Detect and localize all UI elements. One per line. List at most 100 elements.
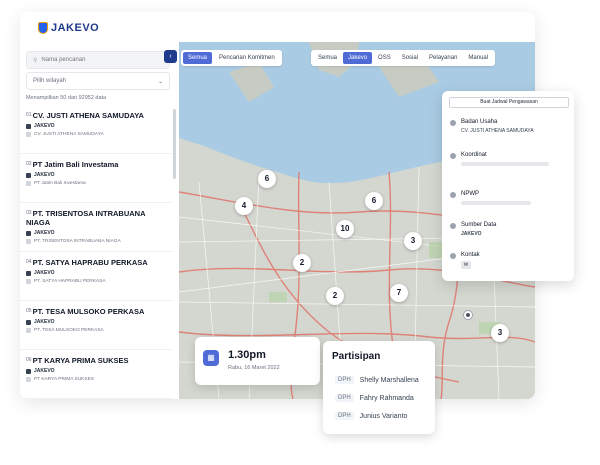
chevron-down-icon: ⌄ — [157, 78, 163, 85]
source-label: JAKEVO — [34, 230, 55, 236]
source-label: JAKEVO — [34, 270, 55, 276]
mail-icon[interactable]: ✉ — [461, 261, 471, 269]
map-cluster-marker[interactable]: 6 — [365, 192, 383, 210]
building-icon — [26, 132, 31, 137]
logo-text: JAKEVO — [51, 22, 100, 34]
map-cluster-marker[interactable]: 4 — [235, 197, 253, 215]
participants-title: Partisipan — [332, 351, 381, 362]
map-cluster-marker[interactable]: 3 — [404, 232, 422, 250]
phone-icon — [450, 253, 456, 259]
participant-role: DPH — [335, 376, 354, 384]
source-label: JAKEVO — [34, 172, 55, 178]
company-name: PT. TRISENTOSA INTRABUANA NIAGA — [26, 209, 146, 227]
filter-pencarian-komitmen[interactable]: Pencarian Komitmen — [214, 52, 280, 64]
map-cluster-marker[interactable]: 3 — [491, 324, 509, 342]
building-icon — [26, 239, 31, 244]
logo-icon — [38, 22, 48, 34]
building-icon — [26, 181, 31, 186]
company-subtitle: PT. TRISENTOSA INTRABUANA NIAGA — [34, 239, 121, 244]
company-name: CV. JUSTI ATHENA SAMUDAYA — [32, 111, 144, 120]
back-button[interactable]: ‹ — [164, 50, 177, 63]
list-item[interactable]: 02PT Jatim Bali Investama JAKEVO PT Jati… — [20, 154, 172, 203]
list-item[interactable]: 03PT. TRISENTOSA INTRABUANA NIAGA JAKEVO… — [20, 203, 172, 252]
source-label: JAKEVO — [34, 123, 55, 129]
list-item[interactable]: 05PT. TESA MULSOKO PERKASA JAKEVO PT. TE… — [20, 301, 172, 350]
item-number: 06 — [26, 357, 32, 363]
list-item[interactable]: 01CV. JUSTI ATHENA SAMUDAYA JAKEVO CV. J… — [20, 105, 172, 154]
source-icon — [26, 123, 31, 129]
location-marker[interactable] — [464, 311, 472, 319]
filter-semua[interactable]: Semua — [313, 52, 342, 64]
filter-pelayanan[interactable]: Pelayanan — [424, 52, 462, 64]
company-name: PT. SATYA HAPRABU PERKASA — [32, 258, 148, 267]
source-icon — [26, 230, 31, 236]
schedule-time: 1.30pm — [228, 349, 266, 361]
item-number: 05 — [26, 308, 32, 314]
sumber-data-label: Sumber Data — [461, 222, 497, 228]
company-detail-panel: Buat Jadwal Pengawasan Badan Usaha CV. J… — [442, 91, 574, 281]
participants-card: Partisipan DPH Shelly Marshallena DPH Fa… — [323, 341, 435, 434]
filter-sosial[interactable]: Sosial — [397, 52, 423, 64]
list-scrollbar[interactable] — [173, 109, 176, 179]
koordinat-label: Koordinat — [461, 152, 487, 158]
company-subtitle: PT Jatim Bali Investama — [34, 181, 86, 186]
item-number: 01 — [26, 112, 32, 118]
app-logo[interactable]: JAKEVO — [38, 22, 99, 34]
item-number: 02 — [26, 161, 32, 167]
map-cluster-marker[interactable]: 2 — [326, 287, 344, 305]
schedule-inspection-button[interactable]: Buat Jadwal Pengawasan — [449, 97, 569, 108]
region-select[interactable]: Pilih wilayah ⌄ — [26, 72, 170, 90]
filter-semua[interactable]: Semua — [183, 52, 213, 64]
map-cluster-marker[interactable]: 2 — [293, 254, 311, 272]
database-icon — [450, 223, 456, 229]
building-icon — [26, 328, 31, 333]
building-icon — [26, 279, 31, 284]
source-filter: Semua Jakevo OSS Sosial Pelayanan Manual — [311, 50, 496, 66]
koordinat-placeholder — [461, 162, 549, 166]
list-item[interactable]: 04PT. SATYA HAPRABU PERKASA JAKEVO PT. S… — [20, 252, 172, 301]
source-label: JAKEVO — [34, 319, 55, 325]
company-subtitle: PT KARYA PRIMA SUKSES — [34, 377, 94, 382]
item-number: 03 — [26, 210, 32, 216]
company-list: 01CV. JUSTI ATHENA SAMUDAYA JAKEVO CV. J… — [20, 105, 172, 399]
source-icon — [26, 319, 31, 325]
company-subtitle: CV. JUSTI ATHENA SAMUDAYA — [34, 132, 104, 137]
item-number: 04 — [26, 259, 32, 265]
sidebar: ⚲ Pilih wilayah ⌄ Menampilkan 50 dari 92… — [20, 47, 178, 399]
kontak-label: Kontak — [461, 252, 480, 258]
list-item[interactable]: 06PT KARYA PRIMA SUKSES JAKEVO PT KARYA … — [20, 350, 172, 399]
participant-name: Junius Varianto — [359, 412, 408, 420]
badan-usaha-value: CV. JUSTI ATHENA SAMUDAYA — [461, 128, 534, 134]
map-cluster-marker[interactable]: 6 — [258, 170, 276, 188]
filter-oss[interactable]: OSS — [373, 52, 396, 64]
category-filter: Semua Pencarian Komitmen — [181, 50, 282, 66]
company-name: PT. TESA MULSOKO PERKASA — [32, 307, 145, 316]
schedule-date: Rabu, 16 Maret 2022 — [228, 365, 280, 371]
map-cluster-marker[interactable]: 7 — [390, 284, 408, 302]
schedule-card[interactable]: ▦ 1.30pm Rabu, 16 Maret 2022 — [195, 337, 320, 385]
participant-row[interactable]: DPH Fahry Rahmanda — [335, 394, 414, 402]
company-subtitle: PT. SATYA HAPRABU PERKASA — [34, 279, 106, 284]
id-card-icon — [450, 192, 456, 198]
building-icon — [26, 377, 31, 382]
badan-usaha-label: Badan Usaha — [461, 119, 498, 125]
search-input[interactable] — [41, 57, 162, 63]
search-box[interactable]: ⚲ — [26, 51, 170, 69]
search-icon: ⚲ — [33, 57, 38, 64]
filter-manual[interactable]: Manual — [463, 52, 493, 64]
calendar-icon: ▦ — [203, 350, 219, 366]
participant-row[interactable]: DPH Junius Varianto — [335, 412, 407, 420]
participant-role: DPH — [335, 412, 354, 420]
participant-name: Shelly Marshallena — [359, 376, 419, 384]
company-name: PT Jatim Bali Investama — [32, 160, 119, 169]
region-select-value: Pilih wilayah — [33, 78, 67, 84]
npwp-label: NPWP — [461, 191, 479, 197]
participant-row[interactable]: DPH Shelly Marshallena — [335, 376, 419, 384]
source-icon — [26, 270, 31, 276]
participant-name: Fahry Rahmanda — [359, 394, 414, 402]
source-icon — [26, 172, 31, 178]
result-count: Menampilkan 50 dari 92952 data — [26, 95, 107, 101]
map-cluster-marker[interactable]: 10 — [336, 220, 354, 238]
filter-jakevo[interactable]: Jakevo — [343, 52, 373, 64]
source-label: JAKEVO — [34, 368, 55, 374]
